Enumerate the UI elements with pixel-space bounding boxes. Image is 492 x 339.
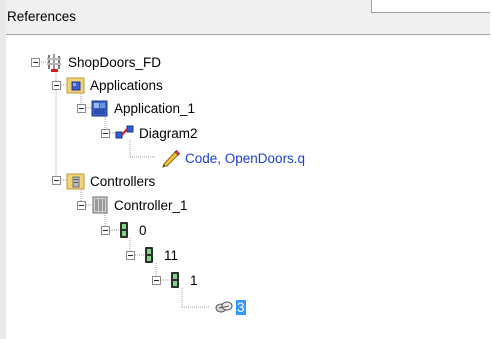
tree-node-item-3[interactable]: 3 xyxy=(214,296,246,318)
tree-node-slot-0[interactable]: 0 xyxy=(115,219,147,241)
collapse-slot-0-toggle[interactable] xyxy=(101,226,110,235)
collapse-controllers-toggle[interactable] xyxy=(52,176,61,185)
tree-node-label: 0 xyxy=(139,222,147,238)
collapse-slot-1-toggle[interactable] xyxy=(152,276,161,285)
tree-node-label: ShopDoors_FD xyxy=(68,54,162,70)
collapse-application-1-toggle[interactable] xyxy=(77,104,86,113)
controller-icon xyxy=(90,195,110,215)
io-link-icon xyxy=(214,297,234,317)
tree-node-label: 11 xyxy=(164,247,179,263)
reference-tree[interactable]: ShopDoors_FD Applications Application_1 … xyxy=(6,35,490,339)
tree-node-controller-1[interactable]: Controller_1 xyxy=(90,194,188,216)
pencil-icon xyxy=(161,148,181,168)
tree-node-label: Applications xyxy=(90,77,163,93)
collapse-root-toggle[interactable] xyxy=(31,58,40,67)
project-icon xyxy=(44,52,64,72)
tree-node-application-1[interactable]: Application_1 xyxy=(90,97,195,119)
tree-node-slot-1[interactable]: 1 xyxy=(166,269,198,291)
references-panel: References ShopDoors_FD Applications App… xyxy=(6,0,490,339)
controllers-folder-icon xyxy=(66,171,86,191)
tree-node-diagram2[interactable]: Diagram2 xyxy=(115,122,198,144)
tree-node-label: Controller_1 xyxy=(114,197,188,213)
tree-node-label: 1 xyxy=(190,272,198,288)
collapse-controller-1-toggle[interactable] xyxy=(77,201,86,210)
module-icon xyxy=(140,245,160,265)
panel-header: References xyxy=(6,0,490,35)
tree-node-slot-11[interactable]: 11 xyxy=(140,244,178,266)
header-tab-strip xyxy=(371,0,490,13)
tree-node-applications[interactable]: Applications xyxy=(66,74,163,96)
module-icon xyxy=(115,220,135,240)
tree-node-label: Controllers xyxy=(90,173,156,189)
tree-node-root[interactable]: ShopDoors_FD xyxy=(44,51,161,73)
tree-node-code[interactable]: Code, OpenDoors.q xyxy=(161,147,305,169)
tree-node-label: Code, OpenDoors.q xyxy=(185,150,306,166)
tree-node-controllers[interactable]: Controllers xyxy=(66,170,155,192)
collapse-applications-toggle[interactable] xyxy=(52,81,61,90)
module-icon xyxy=(166,270,186,290)
applications-folder-icon xyxy=(66,75,86,95)
collapse-diagram2-toggle[interactable] xyxy=(101,129,110,138)
panel-title: References xyxy=(7,9,77,24)
tree-node-label: 3 xyxy=(236,299,246,315)
application-icon xyxy=(90,98,110,118)
tree-node-label: Diagram2 xyxy=(139,125,198,141)
diagram-icon xyxy=(115,123,135,143)
collapse-slot-11-toggle[interactable] xyxy=(126,251,135,260)
tree-node-label: Application_1 xyxy=(114,100,196,116)
